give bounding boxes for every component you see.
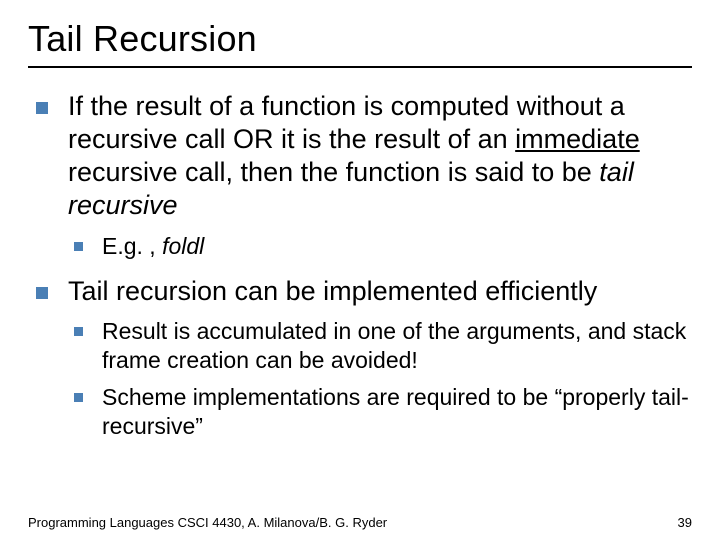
text: Result is accumulated in one of the argu… <box>102 318 686 373</box>
slide: Tail Recursion If the result of a functi… <box>0 0 720 540</box>
footer: Programming Languages CSCI 4430, A. Mila… <box>28 515 692 530</box>
text: Scheme implementations are required to b… <box>102 384 689 439</box>
text-italic: foldl <box>162 233 204 259</box>
list-item: Tail recursion can be implemented effici… <box>28 275 692 441</box>
text: Tail recursion can be implemented effici… <box>68 276 597 306</box>
list-item: E.g. , foldl <box>68 232 692 261</box>
text-underlined: immediate <box>515 124 640 154</box>
sub-list: E.g. , foldl <box>68 232 692 261</box>
text: E.g. , <box>102 233 162 259</box>
list-item: Scheme implementations are required to b… <box>68 383 692 441</box>
sub-list: Result is accumulated in one of the argu… <box>68 317 692 440</box>
text: recursive call, then the function is sai… <box>68 157 599 187</box>
page-number: 39 <box>678 515 692 530</box>
slide-title: Tail Recursion <box>28 18 692 60</box>
title-rule <box>28 66 692 68</box>
bullet-list: If the result of a function is computed … <box>28 90 692 440</box>
footer-text: Programming Languages CSCI 4430, A. Mila… <box>28 515 387 530</box>
list-item: If the result of a function is computed … <box>28 90 692 261</box>
list-item: Result is accumulated in one of the argu… <box>68 317 692 375</box>
